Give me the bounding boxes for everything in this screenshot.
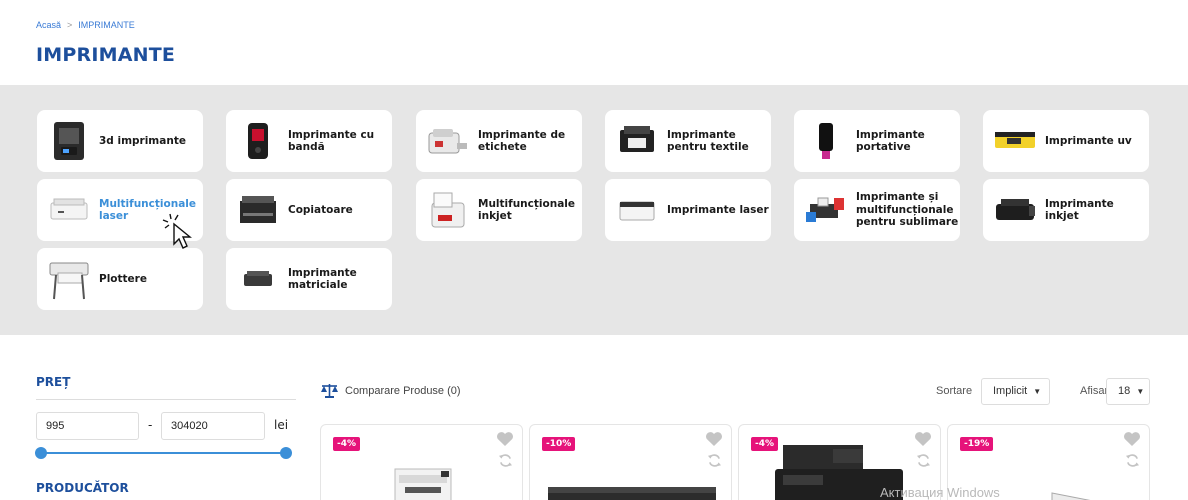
price-slider-max-handle[interactable] [280,447,292,459]
windows-activation-watermark: Активация Windows [880,485,1000,500]
category-tile-plotters[interactable]: Plottere [37,248,203,310]
copier-icon [236,188,280,232]
portable-printer-icon [804,119,848,163]
breadcrumb-current[interactable]: IMPRIMANTE [78,20,135,30]
dot-matrix-printer-icon [236,257,280,301]
discount-badge: -19% [960,437,994,451]
product-card[interactable]: -10% [529,424,732,500]
category-label: Imprimante laser [667,203,769,216]
uv-printer-icon [993,119,1037,163]
category-tile-portable-printers[interactable]: Imprimante portative [794,110,960,172]
category-tile-textile-printers[interactable]: Imprimante pentru textile [605,110,771,172]
product-image [394,468,452,500]
divider [36,399,296,400]
product-image [1051,492,1091,500]
category-label: Imprimante uv [1045,134,1132,147]
category-tile-inkjet-mfp[interactable]: Multifuncționale inkjet [416,179,582,241]
category-label: Imprimante inkjet [1045,197,1114,223]
category-grid: 3d imprimante Imprimante cu bandă Imprim… [0,85,1188,335]
price-range-dash: - [148,418,153,432]
heart-icon[interactable] [496,431,514,447]
category-tile-laser-printers[interactable]: Imprimante laser [605,179,771,241]
category-tile-label-printers[interactable]: Imprimante de etichete [416,110,582,172]
category-label: Imprimante pentru textile [667,128,749,154]
sort-label: Sortare [936,385,973,397]
price-filter-title: PREȚ [36,375,71,389]
discount-badge: -4% [333,437,361,451]
heart-icon[interactable] [914,431,932,447]
compare-products-link[interactable]: Comparare Produse (0) [320,383,461,398]
show-count-value: 18 [1118,385,1131,397]
category-label: Imprimante și multifuncționale pentru su… [856,191,959,229]
category-label: Imprimante portative [856,128,925,154]
inkjet-mfp-icon [426,188,470,232]
price-min-input[interactable]: 995 [36,412,139,440]
price-slider-track[interactable] [40,452,286,454]
page-title: IMPRIMANTE [36,44,176,66]
category-label: Imprimante cu bandă [288,128,375,154]
currency-label: lei [274,418,289,432]
inkjet-printer-icon [993,188,1037,232]
textile-printer-icon [615,119,659,163]
laser-printer-icon [615,188,659,232]
chevron-down-icon: ▼ [1136,387,1145,396]
refresh-icon[interactable] [707,453,722,468]
scale-icon [321,384,338,398]
3d-printer-icon [47,119,91,163]
category-tile-copiers[interactable]: Copiatoare [226,179,392,241]
plotter-icon [47,257,91,301]
refresh-icon[interactable] [498,453,513,468]
product-image [548,487,716,500]
category-tile-inkjet-printers[interactable]: Imprimante inkjet [983,179,1149,241]
breadcrumb: Acasă > IMPRIMANTE [36,20,135,30]
refresh-icon[interactable] [1125,453,1140,468]
product-card[interactable]: -4% [320,424,523,500]
category-label: Copiatoare [288,203,353,216]
category-label: Multifuncționale inkjet [478,197,575,223]
chevron-down-icon: ▼ [1033,387,1042,396]
sublimation-printer-icon [804,188,848,232]
heart-icon[interactable] [705,431,723,447]
price-max-input[interactable]: 304020 [161,412,265,440]
compare-label: Comparare Produse (0) [345,384,461,397]
label-printer-icon [426,119,470,163]
breadcrumb-home-link[interactable]: Acasă [36,20,61,30]
refresh-icon[interactable] [916,453,931,468]
laser-mfp-icon [47,188,91,232]
sort-value: Implicit [993,385,1028,397]
category-label: Imprimante de etichete [478,128,566,154]
category-tile-3d-printers[interactable]: 3d imprimante [37,110,203,172]
category-label: Imprimante matriciale [288,266,357,292]
show-count-select[interactable]: 18 ▼ [1106,378,1150,405]
category-tile-dot-matrix[interactable]: Imprimante matriciale [226,248,392,310]
category-tile-tape-printers[interactable]: Imprimante cu bandă [226,110,392,172]
breadcrumb-separator: > [67,20,73,30]
price-slider-min-handle[interactable] [35,447,47,459]
category-label: 3d imprimante [99,134,186,147]
sort-select[interactable]: Implicit ▼ [981,378,1050,405]
producer-filter-title: PRODUCĂTOR [36,481,129,495]
heart-icon[interactable] [1123,431,1141,447]
category-tile-uv-printers[interactable]: Imprimante uv [983,110,1149,172]
products-toolbar: Comparare Produse (0) Sortare Implicit ▼… [320,378,1150,406]
page-header: Acasă > IMPRIMANTE IMPRIMANTE [0,0,1188,85]
label-tape-printer-icon [236,119,280,163]
category-tile-sublimation[interactable]: Imprimante și multifuncționale pentru su… [794,179,960,241]
category-label: Plottere [99,272,147,285]
filters-panel: PREȚ 995 - 304020 lei PRODUCĂTOR [35,375,296,495]
discount-badge: -10% [542,437,576,451]
pointer-cursor-icon [162,213,192,249]
